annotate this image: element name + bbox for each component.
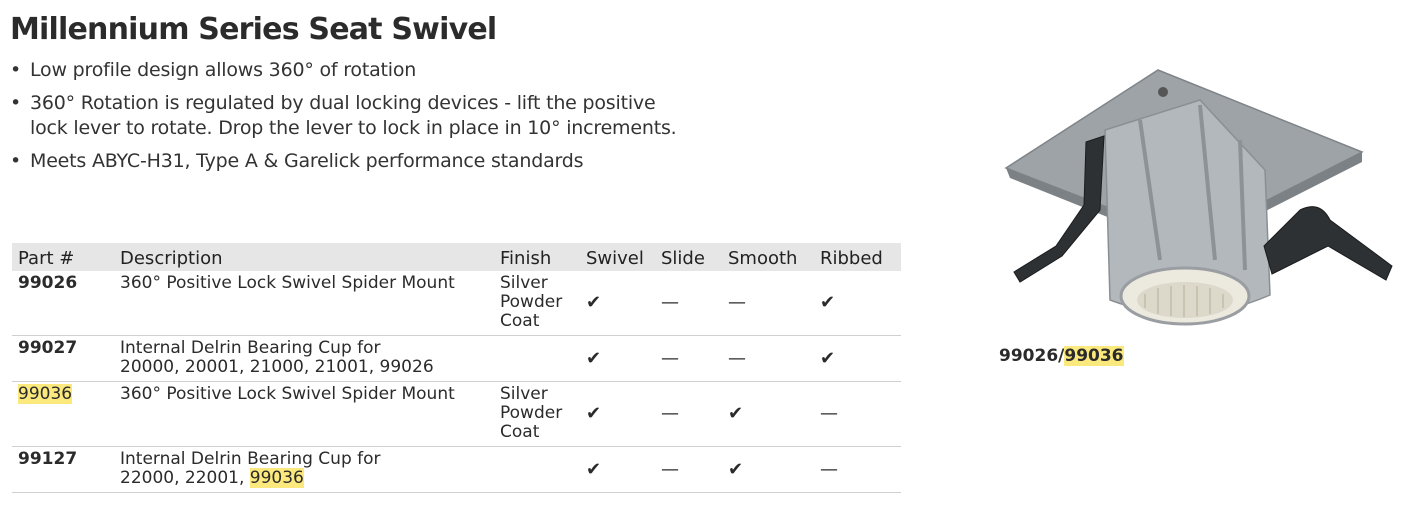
bullet-icon: • <box>10 92 22 114</box>
swivel-mark: ✔ <box>580 381 655 447</box>
header-finish: Finish <box>500 247 552 269</box>
ribbed-mark: ✔ <box>814 335 901 382</box>
highlighted-part-number: 99036 <box>1064 346 1124 366</box>
table-row: 99036 360° Positive Lock Swivel Spider M… <box>12 381 901 447</box>
spec-table: Part # Description Finish Swivel Slide S… <box>12 243 901 493</box>
finish: Silver Powder Coat <box>494 381 580 447</box>
ribbed-mark: — <box>814 381 901 447</box>
swivel-mark: ✔ <box>580 271 655 336</box>
table-row: 99026 360° Positive Lock Swivel Spider M… <box>12 271 901 336</box>
feature-list: • Low profile design allows 360° of rotat… <box>8 58 698 182</box>
part-number: 99127 <box>12 446 114 493</box>
smooth-mark: — <box>722 271 814 336</box>
page-title: Millennium Series Seat Swivel <box>10 12 497 47</box>
part-number: 99027 <box>12 335 114 382</box>
description: Internal Delrin Bearing Cup for 20000, 20… <box>114 335 494 382</box>
description: 360° Positive Lock Swivel Spider Mount <box>114 271 494 336</box>
finish: Silver Powder Coat <box>494 271 580 336</box>
table-row: 99027 Internal Delrin Bearing Cup for 200… <box>12 335 901 382</box>
header-part: Part # <box>18 247 75 269</box>
feature-item: • 360° Rotation is regulated by dual lock… <box>10 92 677 139</box>
seat-swivel-product-image <box>1004 69 1393 326</box>
finish <box>494 335 580 382</box>
image-caption: 99026/99036 <box>999 346 1124 366</box>
ribbed-mark: — <box>814 446 901 493</box>
smooth-mark: ✔ <box>722 381 814 447</box>
highlighted-part-number: 99036 <box>18 384 73 404</box>
header-description: Description <box>120 247 223 269</box>
slide-mark: — <box>655 446 722 493</box>
lock-lever-right <box>1263 206 1393 281</box>
header-smooth: Smooth <box>728 247 798 269</box>
feature-item: • Low profile design allows 360° of rotat… <box>10 59 417 81</box>
table-row: 99127 Internal Delrin Bearing Cup for 220… <box>12 446 901 493</box>
slide-mark: — <box>655 271 722 336</box>
header-slide: Slide <box>661 247 705 269</box>
bullet-icon: • <box>10 59 22 81</box>
ribbed-mark: ✔ <box>814 271 901 336</box>
table-header-row: Part # Description Finish Swivel Slide S… <box>12 243 901 271</box>
slide-mark: — <box>655 335 722 382</box>
header-ribbed: Ribbed <box>820 247 883 269</box>
highlighted-part-number: 99036 <box>249 468 304 488</box>
smooth-mark: ✔ <box>722 446 814 493</box>
part-number: 99036 <box>12 381 114 447</box>
description: Internal Delrin Bearing Cup for 22000, 22… <box>114 446 494 493</box>
swivel-mark: ✔ <box>580 446 655 493</box>
part-number: 99026 <box>12 271 114 336</box>
description: 360° Positive Lock Swivel Spider Mount <box>114 381 494 447</box>
slide-mark: — <box>655 381 722 447</box>
swivel-mark: ✔ <box>580 335 655 382</box>
smooth-mark: — <box>722 335 814 382</box>
bullet-icon: • <box>10 150 22 172</box>
header-swivel: Swivel <box>586 247 644 269</box>
feature-item: • Meets ABYC-H31, Type A & Garelick perfo… <box>10 150 584 172</box>
finish <box>494 446 580 493</box>
